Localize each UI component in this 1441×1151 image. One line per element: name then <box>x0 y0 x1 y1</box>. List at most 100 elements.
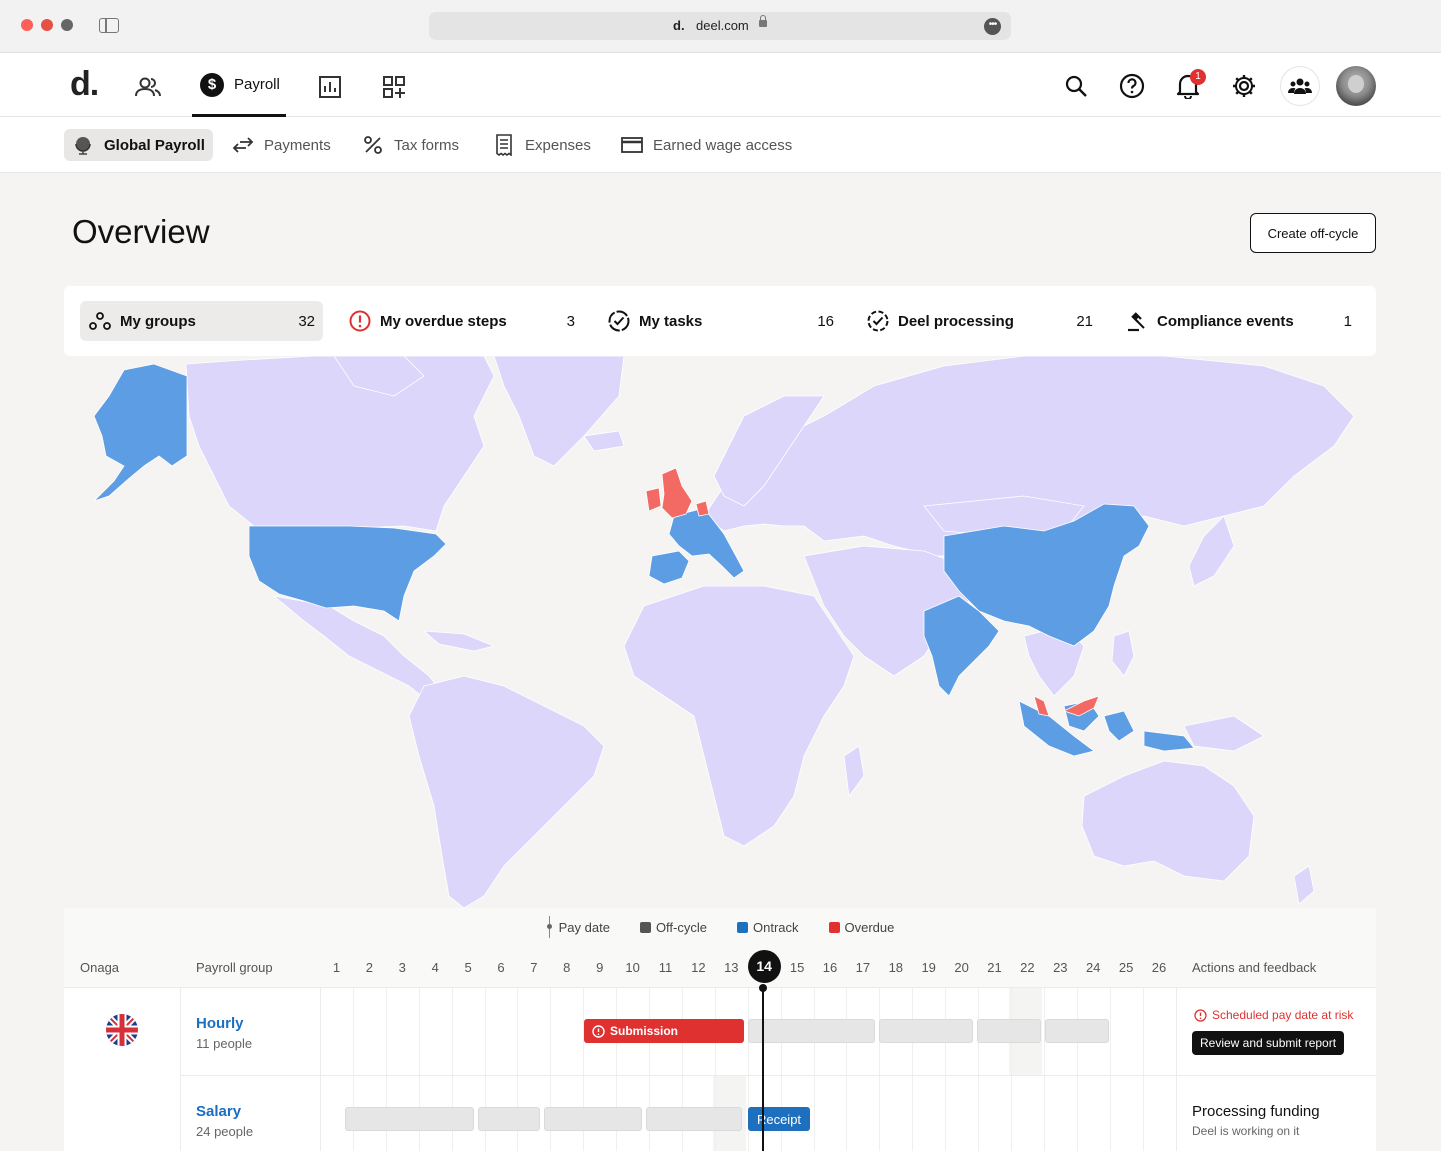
header-actions: Actions and feedback <box>1192 960 1317 975</box>
day-number: 6 <box>497 960 505 975</box>
deel-logo[interactable]: d. <box>70 65 99 104</box>
risk-text: Scheduled pay date at risk <box>1212 1008 1354 1022</box>
day-number: 26 <box>1151 960 1167 975</box>
filter-count: 16 <box>817 312 834 330</box>
group-name-salary[interactable]: Salary <box>196 1103 241 1120</box>
create-off-cycle-button[interactable]: Create off-cycle <box>1250 213 1376 253</box>
subnav-tax-forms[interactable]: Tax forms <box>354 129 467 161</box>
day-number: 24 <box>1085 960 1101 975</box>
site-favicon: d. <box>673 18 685 33</box>
notifications-bell-icon[interactable]: 1 <box>1170 68 1206 104</box>
day-number: 12 <box>691 960 706 975</box>
day-number: 4 <box>431 960 439 975</box>
pay-date-risk-status: Scheduled pay date at risk <box>1194 1008 1353 1022</box>
apps-grid-icon[interactable] <box>380 73 408 101</box>
grid-column-line <box>1044 988 1045 1151</box>
header-payroll-group: Payroll group <box>196 960 273 975</box>
grid-column-line <box>1011 988 1012 1151</box>
maximize-window-button[interactable] <box>61 19 73 31</box>
subnav-global-payroll[interactable]: Global Payroll <box>64 129 213 161</box>
legend-swatch <box>828 921 840 933</box>
filter-my-groups[interactable]: My groups 32 <box>80 301 323 341</box>
step-placeholder-bar[interactable] <box>544 1107 642 1131</box>
browser-chrome: d. deel.com ••• <box>0 0 1441 53</box>
map-africa <box>623 585 855 847</box>
receipt-icon <box>493 134 515 156</box>
day-number: 13 <box>724 960 739 975</box>
grid-column-line <box>1143 988 1144 1151</box>
grid-column-line <box>978 988 979 1151</box>
subnav-expenses[interactable]: Expenses <box>485 129 599 161</box>
close-window-button[interactable] <box>21 19 33 31</box>
column-divider <box>180 988 181 1151</box>
grid-column-line <box>1077 988 1078 1151</box>
pay-date-icon <box>546 916 554 938</box>
world-map <box>64 356 1376 908</box>
search-icon[interactable] <box>1058 68 1094 104</box>
world-map-svg <box>93 356 1355 908</box>
step-placeholder-bar[interactable] <box>748 1019 875 1043</box>
sidebar-toggle-icon[interactable] <box>99 18 119 33</box>
reports-chart-icon[interactable] <box>316 73 344 101</box>
alert-circle-icon <box>349 310 371 332</box>
more-options-icon[interactable]: ••• <box>984 18 1001 35</box>
people-nav-icon[interactable] <box>134 73 162 101</box>
today-marker-dot <box>759 984 767 992</box>
day-number: 22 <box>1020 960 1035 975</box>
filter-deel-processing[interactable]: Deel processing 21 <box>858 301 1101 341</box>
user-avatar[interactable] <box>1336 66 1376 106</box>
gavel-icon <box>1126 310 1148 332</box>
address-bar[interactable]: d. deel.com ••• <box>429 12 1011 40</box>
step-placeholder-bar[interactable] <box>478 1107 540 1131</box>
legend-swatch <box>737 921 748 933</box>
column-divider <box>320 988 321 1151</box>
receipt-bar[interactable]: Receipt <box>748 1107 810 1131</box>
map-spain <box>648 550 690 585</box>
help-icon[interactable] <box>1114 68 1150 104</box>
submission-bar[interactable]: Submission <box>584 1019 744 1043</box>
step-placeholder-bar[interactable] <box>1045 1019 1109 1043</box>
subnav-payments[interactable]: Payments <box>224 129 339 161</box>
subnav-label: Tax forms <box>394 136 460 154</box>
app-top-nav: d. $ Payroll 1 <box>0 53 1441 117</box>
nav-payroll-label: Payroll <box>234 76 280 93</box>
subnav-label: Expenses <box>525 136 591 154</box>
filter-bar: My groups 32 My overdue steps 3 My tasks… <box>64 286 1376 356</box>
map-usa <box>248 525 447 622</box>
filter-my-tasks[interactable]: My tasks 16 <box>599 301 842 341</box>
review-submit-report-button[interactable]: Review and submit report <box>1192 1031 1345 1055</box>
filter-count: 1 <box>1343 312 1352 330</box>
card-icon <box>621 134 643 156</box>
group-name-hourly[interactable]: Hourly <box>196 1015 244 1032</box>
grid-column-line <box>1110 988 1111 1151</box>
step-placeholder-bar[interactable] <box>345 1107 474 1131</box>
map-alaska <box>93 363 188 502</box>
day-number: 16 <box>822 960 838 975</box>
step-placeholder-bar[interactable] <box>977 1019 1041 1043</box>
filter-compliance-events[interactable]: Compliance events 1 <box>1117 301 1360 341</box>
settings-gear-icon[interactable] <box>1226 68 1262 104</box>
dollar-icon: $ <box>200 73 224 97</box>
day-number: 5 <box>464 960 472 975</box>
filter-count: 32 <box>298 312 315 330</box>
timeline-header: Onaga Payroll group 1 2 3 4 5 6 7 8 9 10 11 12 13 14 1… <box>64 946 1376 988</box>
groups-icon <box>89 310 111 332</box>
grid-column-line <box>912 988 913 1151</box>
map-south-america <box>408 675 605 908</box>
today-marker-line <box>762 988 764 1151</box>
subnav-earned-wage-access[interactable]: Earned wage access <box>613 129 800 161</box>
map-ireland <box>645 487 662 512</box>
filter-my-overdue-steps[interactable]: My overdue steps 3 <box>340 301 583 341</box>
step-placeholder-bar[interactable] <box>646 1107 742 1131</box>
day-number: 20 <box>954 960 969 975</box>
day-number: 19 <box>921 960 936 975</box>
minimize-window-button[interactable] <box>41 19 53 31</box>
day-number: 9 <box>596 960 604 975</box>
legend-ontrack: Ontrack <box>737 920 799 935</box>
legend-pay-date: Pay date <box>546 916 610 938</box>
step-placeholder-bar[interactable] <box>879 1019 973 1043</box>
percent-icon <box>362 134 384 156</box>
nav-payroll-tab[interactable]: $ Payroll <box>192 53 286 117</box>
team-switcher-icon[interactable] <box>1280 66 1320 106</box>
day-number: 7 <box>530 960 538 975</box>
